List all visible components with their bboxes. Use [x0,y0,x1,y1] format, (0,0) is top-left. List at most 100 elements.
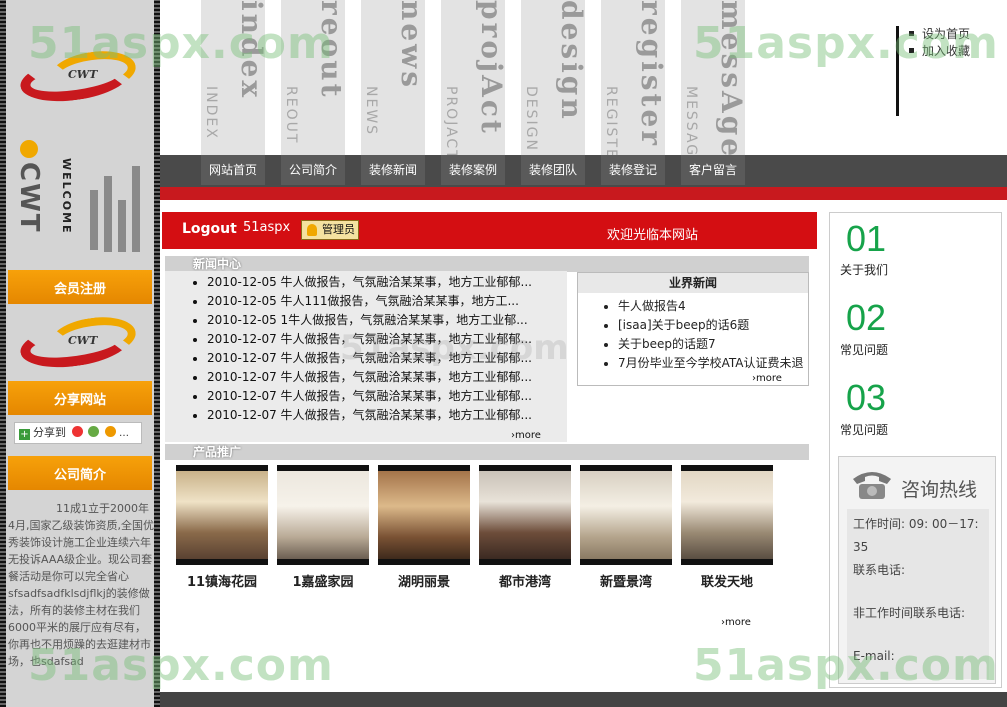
top-nav-big-label: design [555,0,585,122]
top-nav-message[interactable]: messAge MESSAGE [681,0,745,155]
link-number: 01 [846,218,887,259]
share-label: 分享到 [33,426,66,439]
main-navbar: 网站首页 公司简介 装修新闻 装修案例 装修团队 装修登记 客户留言 [160,155,1007,187]
link-number: 03 [846,377,887,418]
share-site-button[interactable]: 分享网站 [8,381,152,415]
product-title[interactable]: 1嘉盛家园 [277,571,369,590]
top-nav-news[interactable]: news NEWS [361,0,425,155]
product-card[interactable]: 都市港湾 [479,465,571,590]
news-section-title: 新闻中心 [193,257,242,271]
nav-item-team[interactable]: 装修团队 [521,155,585,185]
bullet-icon [909,31,914,36]
share-more-icon[interactable]: … [119,428,129,439]
share-site-icon[interactable] [88,426,99,437]
product-title[interactable]: 湖明丽景 [378,571,470,590]
logout-link[interactable]: Logout [182,221,237,237]
decor-bar [118,200,126,252]
product-card[interactable]: 新暨景湾 [580,465,672,590]
industry-news-item[interactable]: 关于beep的话题7 [618,335,808,354]
product-image[interactable] [176,465,268,565]
nav-item-messages[interactable]: 客户留言 [681,155,745,185]
news-item[interactable]: 2010-12-07 牛人做报告，气氛融洽某某事，地方工业郁郁... [207,330,532,349]
product-image[interactable] [580,465,672,565]
link-number: 02 [846,297,887,338]
logo-dot [20,140,38,158]
product-image[interactable] [277,465,369,565]
industry-news-item[interactable]: 7月份毕业至今学校ATA认证费未退 [618,354,808,373]
logo-text: CWT [68,334,98,347]
product-title[interactable]: 联发天地 [681,571,773,590]
product-title[interactable]: 11镇海花园 [176,571,268,590]
username: 51aspx [243,220,291,235]
top-nav-small-label: INDEX [203,86,219,140]
industry-news-panel: 业界新闻 牛人做报告4 [isaa]关于beep的话6题 关于beep的话题7 … [577,272,809,386]
news-item[interactable]: 2010-12-07 牛人做报告，气氛融洽某某事，地方工业郁郁... [207,368,532,387]
product-card[interactable]: 11镇海花园 [176,465,268,590]
top-nav-small-label: REGISTER [603,86,619,155]
company-intro-text: 11成1立于2000年4月,国家乙级装饰资质,全国优秀装饰设计施工企业连续六年无… [8,502,154,668]
decor-bar [90,190,98,250]
top-nav-reout[interactable]: reout REOUT [281,0,345,155]
top-nav-index[interactable]: index INDEX [201,0,265,155]
news-item[interactable]: 2010-12-05 1牛人做报告，气氛融洽某某事，地方工业郁... [207,311,532,330]
top-links: 设为首页 加入收藏 [896,26,970,116]
industry-more-link[interactable]: ›more [752,373,782,384]
news-section-header: 新闻中心 [165,256,809,272]
industry-news-item[interactable]: [isaa]关于beep的话6题 [618,316,808,335]
product-title[interactable]: 都市港湾 [479,571,571,590]
add-favorite-label: 加入收藏 [922,44,971,58]
product-image[interactable] [479,465,571,565]
set-homepage-label: 设为首页 [922,27,971,41]
admin-badge-label: 管理员 [322,223,355,236]
top-nav-small-label: PROJACT [443,86,459,155]
nav-item-news[interactable]: 装修新闻 [361,155,425,185]
offhours-phone-label: 非工作时间联系电话: [853,606,966,620]
products-more-link[interactable]: ›more [721,617,751,628]
product-card[interactable]: 联发天地 [681,465,773,590]
weibo-icon[interactable] [71,426,83,437]
industry-news-item[interactable]: 牛人做报告4 [618,297,808,316]
industry-news-title: 业界新闻 [578,273,808,293]
plus-icon: + [19,429,30,440]
nav-item-about[interactable]: 公司简介 [281,155,345,185]
products-section-header: 产品推广 [165,444,809,460]
share-widget[interactable]: + 分享到 … [14,422,142,444]
top-nav-design[interactable]: design DESIGN [521,0,585,155]
hotline-title: 咨询热线 [901,479,978,501]
product-title[interactable]: 新暨景湾 [580,571,672,590]
top-nav-big-label: news [395,0,425,91]
faq-link[interactable]: 常见问题 [840,421,888,438]
set-homepage-link[interactable]: 设为首页 [909,26,971,43]
product-image[interactable] [681,465,773,565]
admin-badge[interactable]: 管理员 [301,220,359,240]
news-item[interactable]: 2010-12-07 牛人做报告，气氛融洽某某事，地方工业郁郁... [207,349,532,368]
news-more-link[interactable]: ›more [511,430,541,441]
faq-link[interactable]: 常见问题 [840,341,888,358]
product-card[interactable]: 1嘉盛家园 [277,465,369,590]
phone-label: 联系电话: [853,563,906,577]
products-section-title: 产品推广 [193,445,242,459]
nav-item-home[interactable]: 网站首页 [201,155,265,185]
news-item[interactable]: 2010-12-05 牛人111做报告，气氛融洽某某事，地方工... [207,292,532,311]
bottom-bar [160,692,1007,707]
about-us-link[interactable]: 关于我们 [840,261,888,278]
product-card[interactable]: 湖明丽景 [378,465,470,590]
nav-item-cases[interactable]: 装修案例 [441,155,505,185]
top-nav-register[interactable]: register REGISTER [601,0,665,155]
register-button[interactable]: 会员注册 [8,270,152,304]
news-item[interactable]: 2010-12-05 牛人做报告，气氛融洽某某事，地方工业郁郁... [207,273,532,292]
news-item[interactable]: 2010-12-07 牛人做报告，气氛融洽某某事，地方工业郁郁... [207,387,532,406]
top-nav-small-label: REOUT [283,86,299,145]
share-site-icon[interactable] [104,426,116,437]
company-intro-button[interactable]: 公司简介 [8,456,152,490]
product-image[interactable] [378,465,470,565]
contact-info: 工作时间: 09: 00－17: 35 联系电话: 非工作时间联系电话: E-m… [847,509,989,679]
cwt-logo[interactable]: CWT [17,46,139,108]
nav-item-register[interactable]: 装修登记 [601,155,665,185]
welcome-text: 欢迎光临本网站 [607,228,699,243]
add-favorite-link[interactable]: 加入收藏 [909,43,971,60]
top-nav-project[interactable]: projAct PROJACT [441,0,505,155]
cwt-logo-small: CWT [17,312,139,374]
news-item[interactable]: 2010-12-07 牛人做报告，气氛融洽某某事，地方工业郁郁... [207,406,532,425]
top-nav-small-label: MESSAGE [683,86,699,155]
